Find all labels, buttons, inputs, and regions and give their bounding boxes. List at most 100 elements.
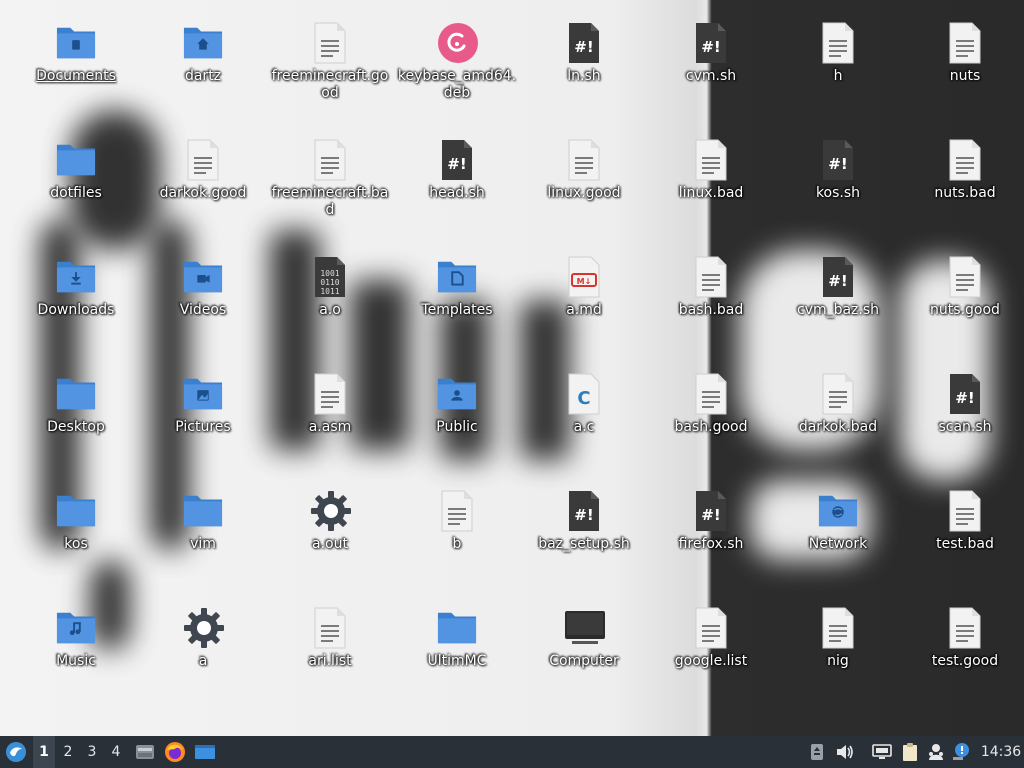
desktop-item-bash-bad[interactable]: bash.bad	[650, 254, 772, 364]
update-notifier-icon[interactable]	[924, 736, 948, 768]
desktop-item-label: Templates	[421, 302, 493, 318]
desktop-item-desktop[interactable]: Desktop	[15, 371, 137, 481]
desktop-item-nuts-good[interactable]: nuts.good	[904, 254, 1024, 364]
desktop-item-darkok-bad[interactable]: darkok.bad	[777, 371, 899, 481]
file-manager-icon[interactable]	[132, 736, 158, 768]
desktop-item-bash-good[interactable]: bash.good	[650, 371, 772, 481]
desktop-item-label: Pictures	[175, 419, 231, 435]
desktop-item-network[interactable]: Network	[777, 488, 899, 598]
removable-drive-icon[interactable]	[806, 736, 828, 768]
desktop-item-firefox-sh[interactable]: #! firefox.sh	[650, 488, 772, 598]
text-file-icon	[691, 256, 731, 298]
desktop-item-ari-list[interactable]: ari.list	[269, 605, 391, 715]
desktop-item-nuts-bad[interactable]: nuts.bad	[904, 137, 1024, 247]
desktop-item-freeminecraft-good[interactable]: freeminecraft.good	[269, 20, 391, 130]
desktop-item-label: nig	[827, 653, 849, 669]
desktop-item-label: a	[198, 653, 208, 669]
desktop-item-nuts[interactable]: nuts	[904, 20, 1024, 130]
network-icon[interactable]	[870, 736, 894, 768]
desktop-item-a[interactable]: a	[142, 605, 264, 715]
desktop-item-b[interactable]: b	[396, 488, 518, 598]
desktop-item-videos[interactable]: Videos	[142, 254, 264, 364]
desktop-item-label: scan.sh	[938, 419, 992, 435]
desktop-item-music[interactable]: Music	[15, 605, 137, 715]
desktop-item-downloads[interactable]: Downloads	[15, 254, 137, 364]
workspace-3[interactable]: 3	[81, 736, 103, 768]
desktop-item-label: firefox.sh	[678, 536, 744, 552]
workspace-label: 2	[63, 744, 73, 760]
desktop-item-a-out[interactable]: a.out	[269, 488, 391, 598]
svg-text:#!: #!	[574, 506, 593, 524]
desktop-item-label: Computer	[549, 653, 619, 669]
folder-icon	[437, 607, 477, 649]
text-file-icon	[945, 139, 985, 181]
text-file-icon	[310, 139, 350, 181]
folder-icon	[56, 139, 96, 181]
desktop-item-cvm-baz-sh[interactable]: #! cvm_baz.sh	[777, 254, 899, 364]
desktop-item-baz-setup-sh[interactable]: #! baz_setup.sh	[523, 488, 645, 598]
desktop-item-test-good[interactable]: test.good	[904, 605, 1024, 715]
desktop-item-label: google.list	[674, 653, 748, 669]
firefox-icon[interactable]	[162, 736, 188, 768]
desktop-item-label: Music	[56, 653, 96, 669]
desktop-item-test-bad[interactable]: test.bad	[904, 488, 1024, 598]
desktop-item-dotfiles[interactable]: dotfiles	[15, 137, 137, 247]
text-file-icon	[564, 139, 604, 181]
desktop-item-nig[interactable]: nig	[777, 605, 899, 715]
desktop-item-a-md[interactable]: M↓ a.md	[523, 254, 645, 364]
desktop-item-linux-bad[interactable]: linux.bad	[650, 137, 772, 247]
shell-script-icon: #!	[564, 22, 604, 64]
desktop-item-a-asm[interactable]: a.asm	[269, 371, 391, 481]
desktop-item-label: linux.good	[547, 185, 621, 201]
desktop-item-pictures[interactable]: Pictures	[142, 371, 264, 481]
desktop-item-ultimmc[interactable]: UltimMC	[396, 605, 518, 715]
desktop-item-a-o[interactable]: 1001 0110 1011 a.o	[269, 254, 391, 364]
desktop-item-templates[interactable]: Templates	[396, 254, 518, 364]
workspace-label: 4	[111, 744, 121, 760]
clipboard-icon[interactable]	[898, 736, 922, 768]
desktop-item-ln-sh[interactable]: #! ln.sh	[523, 20, 645, 130]
desktop-item-label: darkok.bad	[798, 419, 878, 435]
desktop-item-label: keybase_amd64.deb	[397, 68, 517, 101]
desktop-icon-grid[interactable]: Documents dartz freeminecraft.good keybase_…	[0, 0, 1024, 736]
window-icon[interactable]	[192, 736, 218, 768]
desktop-item-label: a.asm	[308, 419, 352, 435]
desktop-item-scan-sh[interactable]: #! scan.sh	[904, 371, 1024, 481]
desktop-item-label: dartz	[184, 68, 222, 84]
desktop-item-linux-good[interactable]: linux.good	[523, 137, 645, 247]
desktop-item-label: a.out	[312, 536, 348, 552]
desktop-item-vim[interactable]: vim	[142, 488, 264, 598]
desktop-item-google-list[interactable]: google.list	[650, 605, 772, 715]
desktop-item-computer[interactable]: Computer	[523, 605, 645, 715]
svg-text:1011: 1011	[320, 287, 339, 296]
desktop-item-freeminecraft-bad[interactable]: freeminecraft.bad	[269, 137, 391, 247]
info-icon[interactable]	[950, 736, 972, 768]
folder-icon	[437, 373, 477, 415]
volume-icon[interactable]	[834, 736, 856, 768]
desktop-item-cvm-sh[interactable]: #! cvm.sh	[650, 20, 772, 130]
desktop-item-darkok-good[interactable]: darkok.good	[142, 137, 264, 247]
desktop-item-keybase-amd64-deb[interactable]: keybase_amd64.deb	[396, 20, 518, 130]
lxqt-logo-icon[interactable]	[2, 736, 30, 768]
folder-icon	[437, 256, 477, 298]
desktop-item-dartz[interactable]: dartz	[142, 20, 264, 130]
clock[interactable]: 14:36	[978, 736, 1024, 768]
desktop-item-label: a.o	[319, 302, 341, 318]
desktop-item-label: a.md	[566, 302, 602, 318]
c-source-file-icon: C	[564, 373, 604, 415]
desktop-item-kos[interactable]: kos	[15, 488, 137, 598]
executable-gear-icon	[183, 607, 224, 649]
desktop-item-kos-sh[interactable]: #! kos.sh	[777, 137, 899, 247]
workspace-1[interactable]: 1	[33, 736, 55, 768]
desktop-item-label: freeminecraft.good	[271, 68, 389, 101]
desktop-item-a-c[interactable]: Ca.c	[523, 371, 645, 481]
svg-text:#!: #!	[955, 389, 974, 407]
desktop-item-h[interactable]: h	[777, 20, 899, 130]
desktop-item-documents[interactable]: Documents	[15, 20, 137, 130]
shell-script-icon: #!	[564, 490, 604, 532]
desktop-item-label: darkok.good	[159, 185, 247, 201]
workspace-2[interactable]: 2	[57, 736, 79, 768]
workspace-4[interactable]: 4	[105, 736, 127, 768]
desktop-item-head-sh[interactable]: #! head.sh	[396, 137, 518, 247]
desktop-item-public[interactable]: Public	[396, 371, 518, 481]
